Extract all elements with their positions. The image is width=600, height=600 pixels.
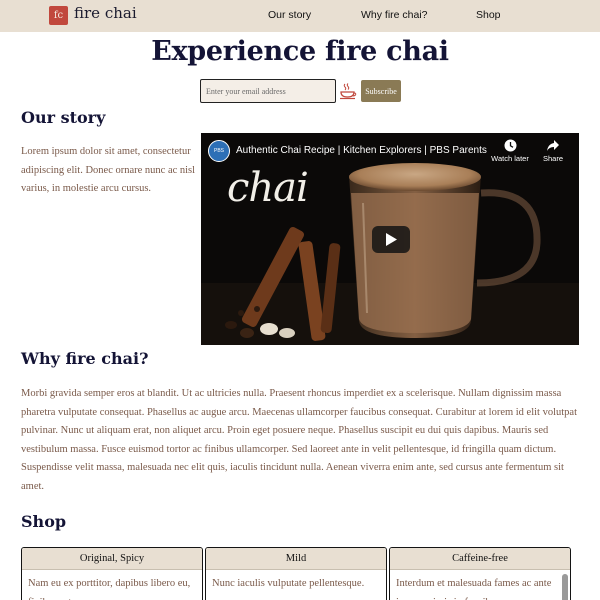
product-card-mild[interactable]: Mild Nunc iaculis vulputate pellentesque…	[205, 547, 387, 600]
watch-later-label: Watch later	[491, 154, 529, 163]
email-input[interactable]	[200, 79, 336, 103]
shop-heading: Shop	[21, 512, 67, 531]
product-card-title: Original, Spicy	[22, 548, 202, 570]
product-card-title: Caffeine-free	[390, 548, 570, 570]
nav-link-our-story[interactable]: Our story	[268, 9, 311, 21]
card-scrollbar[interactable]	[562, 574, 568, 600]
watch-later-button[interactable]: Watch later	[490, 139, 530, 163]
steaming-cup-icon	[340, 83, 357, 100]
share-button[interactable]: Share	[533, 139, 573, 163]
why-heading: Why fire chai?	[21, 349, 149, 368]
share-arrow-icon	[547, 140, 559, 151]
our-story-heading: Our story	[21, 108, 106, 127]
thumbnail-word: chai	[227, 165, 309, 211]
product-card-title: Mild	[206, 548, 386, 570]
play-button[interactable]	[372, 226, 410, 253]
nav-link-why-fire-chai[interactable]: Why fire chai?	[361, 9, 428, 21]
hero-title: Experience fire chai	[151, 36, 449, 67]
product-card-text: Nam eu ex porttitor, dapibus libero eu, …	[28, 578, 191, 600]
our-story-text: Lorem ipsum dolor sit amet, consectetur …	[21, 146, 196, 195]
product-card-text: Nunc iaculis vulputate pellentesque.	[212, 578, 365, 589]
brand-name[interactable]: fire chai	[74, 4, 137, 22]
video-embed[interactable]: chai PBS Authentic Chai Recipe | Kitchen…	[201, 133, 579, 345]
play-icon	[386, 233, 397, 246]
product-card-original[interactable]: Original, Spicy Nam eu ex porttitor, dap…	[21, 547, 203, 600]
clock-icon	[504, 139, 516, 152]
subscribe-button[interactable]: Subscribe	[361, 80, 401, 102]
why-text: Morbi gravida semper eros at blandit. Ut…	[21, 388, 578, 492]
share-label: Share	[542, 154, 563, 163]
product-card-caffeine-free[interactable]: Caffeine-free Interdum et malesuada fame…	[389, 547, 571, 600]
product-card-text: Interdum et malesuada fames ac ante ipsu…	[396, 578, 552, 600]
top-nav: fc fire chai Our story Why fire chai? Sh…	[0, 0, 600, 32]
video-title[interactable]: Authentic Chai Recipe | Kitchen Explorer…	[236, 145, 487, 156]
channel-avatar[interactable]: PBS	[208, 140, 230, 162]
nav-link-shop[interactable]: Shop	[476, 9, 501, 21]
logo-badge[interactable]: fc	[49, 6, 68, 25]
card-scrollbar-thumb[interactable]	[562, 574, 568, 600]
